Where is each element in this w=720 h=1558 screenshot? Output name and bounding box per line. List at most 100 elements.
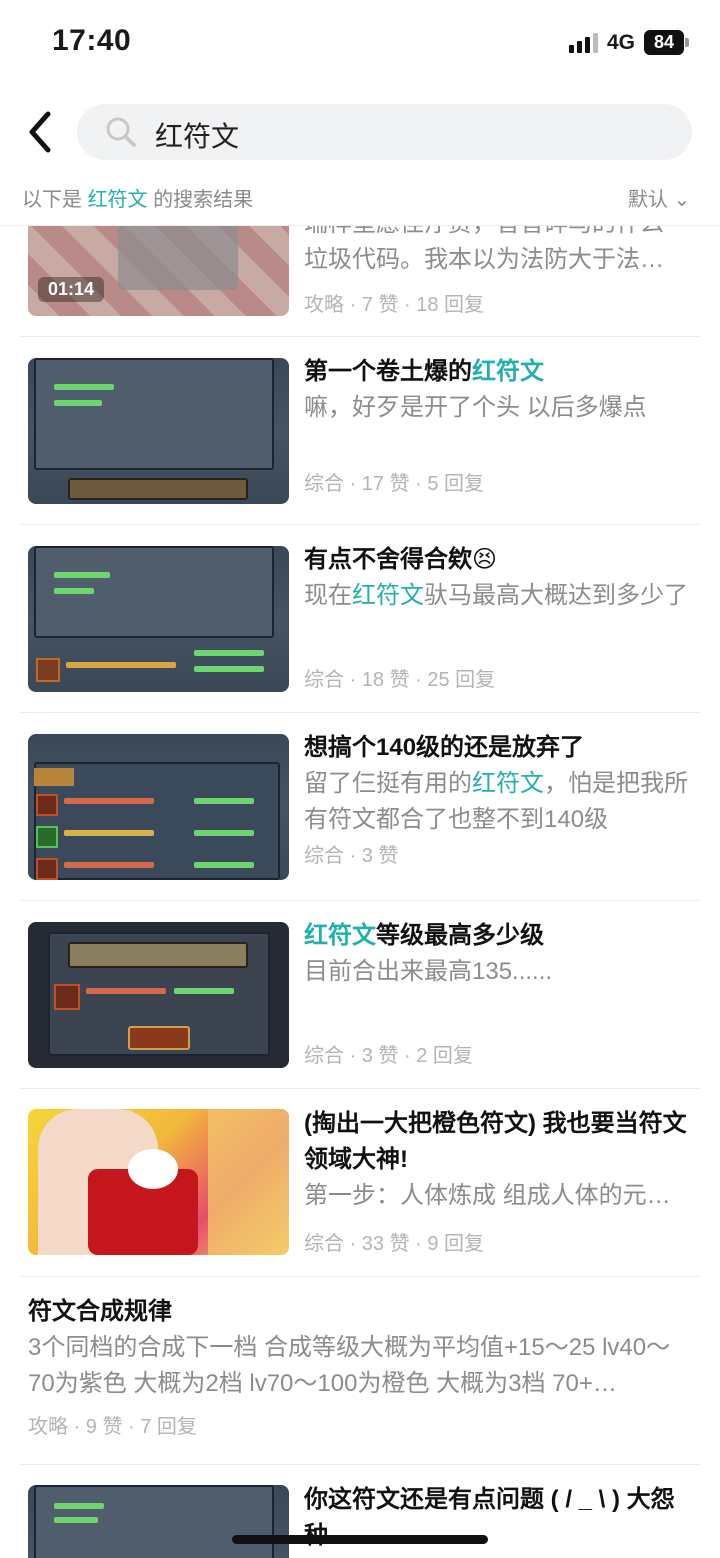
- thumbnail-figure: [118, 226, 238, 290]
- result-item[interactable]: 第一个卷土爆的红符文 嘛，好歹是开了个头 以后多爆点 综合 · 17 赞 · 5…: [0, 337, 720, 524]
- results-feed[interactable]: 01:14 瑞样堂愿佳疗贾，音音碎马的什么 垃圾代码。我本以为法防大于法… 攻略…: [0, 226, 720, 1558]
- post-title: 想搞个140级的还是放弃了: [304, 734, 585, 761]
- video-duration: 01:14: [38, 277, 105, 302]
- post-meta: 攻略 · 7 赞 · 18 回复: [304, 294, 485, 316]
- result-header: 以下是 红符文 的搜索结果: [22, 183, 253, 212]
- excerpt-text: 驮马最高大概达到多少了: [424, 582, 688, 609]
- post-thumbnail[interactable]: [28, 734, 289, 880]
- result-keyword: 红符文: [87, 189, 148, 211]
- post-thumbnail[interactable]: [28, 358, 289, 504]
- post-meta: 综合 · 3 赞 · 2 回复: [304, 1045, 473, 1067]
- post-thumbnail[interactable]: [28, 922, 289, 1068]
- thumbnail-stat: [54, 400, 102, 406]
- thumbnail-stat: [54, 588, 94, 594]
- result-item[interactable]: 01:14 瑞样堂愿佳疗贾，音音碎马的什么 垃圾代码。我本以为法防大于法… 攻略…: [0, 226, 720, 336]
- post-text: (掏出一大把橙色符文) 我也要当符文领域大神! 第一步：人体炼成 组成人体的元…: [304, 1106, 694, 1214]
- post-title: 符文合成规律: [28, 1298, 172, 1325]
- thumbnail-stat: [54, 572, 110, 578]
- post-title: 第一个卷土爆的红符文: [304, 354, 694, 390]
- post-text: 符文合成规律 3个同档的合成下一档 合成等级大概为平均值+15～25 lv40～…: [28, 1294, 692, 1402]
- post-text: 想搞个140级的还是放弃了 留了仨挺有用的红符文，怕是把我所有符文都合了也整不到…: [304, 730, 694, 838]
- search-icon: [106, 117, 136, 147]
- result-item[interactable]: 想搞个140级的还是放弃了 留了仨挺有用的红符文，怕是把我所有符文都合了也整不到…: [0, 713, 720, 900]
- post-thumbnail[interactable]: [28, 1485, 289, 1558]
- title-highlight: 红符文: [304, 922, 376, 949]
- title-highlight: 红符文: [472, 358, 544, 385]
- post-meta: 综合 · 18 赞 · 25 回复: [304, 669, 496, 691]
- thumbnail-stat: [86, 988, 166, 994]
- thumbnail-stat: [64, 798, 154, 804]
- signal-icon: [569, 33, 599, 53]
- result-item[interactable]: (掏出一大把橙色符文) 我也要当符文领域大神! 第一步：人体炼成 组成人体的元……: [0, 1089, 720, 1276]
- result-item[interactable]: 红符文等级最高多少级 目前合出来最高135...... 综合 · 3 赞 · 2…: [0, 901, 720, 1088]
- home-indicator[interactable]: [232, 1535, 488, 1544]
- status-bar: 17:40 4G 84: [0, 0, 720, 88]
- thumbnail-stat: [194, 862, 254, 868]
- thumbnail-stat: [54, 1517, 98, 1523]
- thumbnail-button: [128, 1026, 190, 1050]
- search-query: 红符文: [155, 121, 240, 152]
- post-meta: 综合 · 17 赞 · 5 回复: [304, 473, 485, 495]
- back-button[interactable]: [22, 108, 62, 156]
- battery-level: 84: [653, 32, 675, 52]
- result-item[interactable]: 符文合成规律 3个同档的合成下一档 合成等级大概为平均值+15～25 lv40～…: [0, 1277, 720, 1464]
- result-suffix: 的搜索结果: [147, 189, 254, 211]
- thumbnail-stat: [194, 830, 254, 836]
- thumbnail-banner: [68, 942, 248, 968]
- thumbnail-hair: [208, 1109, 289, 1255]
- thumbnail-stat: [64, 862, 154, 868]
- post-excerpt: 目前合出来最高135......: [304, 958, 553, 985]
- excerpt-highlight: 红符文: [472, 770, 544, 797]
- result-item[interactable]: 你这符文还是有点问题 ( / _ \ ) 大怨种: [0, 1465, 720, 1558]
- thumbnail-stat: [54, 1503, 104, 1509]
- battery-icon: 84: [644, 30, 684, 55]
- chevron-left-icon: [29, 111, 51, 153]
- thumbnail-collar: [128, 1149, 178, 1189]
- network-label: 4G: [607, 31, 636, 54]
- post-excerpt-line: 瑞样堂愿佳疗贾，音音碎马的什么: [304, 226, 694, 242]
- excerpt-text: 现在: [304, 582, 352, 609]
- rune-icon: [36, 658, 60, 682]
- thumbnail-stat: [66, 662, 176, 668]
- rune-icon: [54, 984, 80, 1010]
- sort-dropdown[interactable]: 默认 ⌄: [628, 183, 690, 212]
- battery-cap: [685, 38, 689, 47]
- rune-icon: [36, 826, 58, 848]
- post-excerpt: 嘛，好歹是开了个头 以后多爆点: [304, 394, 647, 421]
- rune-icon: [36, 794, 58, 816]
- thumbnail-stat: [194, 650, 264, 656]
- post-title: 红符文等级最高多少级: [304, 918, 694, 954]
- status-time: 17:40: [52, 24, 132, 57]
- post-text: 第一个卷土爆的红符文 嘛，好歹是开了个头 以后多爆点: [304, 354, 694, 426]
- title-text: 等级最高多少级: [376, 922, 544, 949]
- thumbnail-stat: [54, 384, 114, 390]
- thumbnail-stat: [194, 666, 264, 672]
- post-text: 有点不舍得合欸😣 现在红符文驮马最高大概达到多少了: [304, 542, 694, 614]
- title-text: 第一个卷土爆的: [304, 358, 472, 385]
- thumbnail-panel: [34, 358, 274, 470]
- search-input[interactable]: 红符文: [77, 104, 692, 160]
- video-thumbnail[interactable]: 01:14: [28, 226, 289, 316]
- post-text: 瑞样堂愿佳疗贾，音音碎马的什么 垃圾代码。我本以为法防大于法…: [304, 226, 694, 278]
- post-title: (掏出一大把橙色符文) 我也要当符文领域大神!: [304, 1110, 687, 1173]
- excerpt-highlight: 红符文: [352, 582, 424, 609]
- post-meta: 综合 · 33 赞 · 9 回复: [304, 1233, 485, 1255]
- post-excerpt: 第一步：人体炼成 组成人体的元…: [304, 1182, 671, 1209]
- post-excerpt-line: 垃圾代码。我本以为法防大于法…: [304, 246, 664, 273]
- thumbnail-stat: [174, 988, 234, 994]
- post-excerpt: 3个同档的合成下一档 合成等级大概为平均值+15～25 lv40～70为紫色 大…: [28, 1334, 671, 1397]
- rune-icon: [36, 858, 58, 880]
- post-title: 有点不舍得合欸😣: [304, 546, 498, 573]
- post-text: 红符文等级最高多少级 目前合出来最高135......: [304, 918, 694, 990]
- filter-tab: [34, 768, 74, 786]
- post-excerpt: 留了仨挺有用的红符文，怕是把我所有符文都合了也整不到140级: [304, 766, 694, 838]
- thumbnail-button: [68, 478, 248, 500]
- result-prefix: 以下是: [22, 189, 88, 211]
- post-thumbnail[interactable]: [28, 1109, 289, 1255]
- thumbnail-stat: [194, 798, 254, 804]
- thumbnail-stat: [64, 830, 154, 836]
- post-excerpt: 现在红符文驮马最高大概达到多少了: [304, 578, 694, 614]
- excerpt-text: 留了仨挺有用的: [304, 770, 472, 797]
- post-thumbnail[interactable]: [28, 546, 289, 692]
- post-meta: 综合 · 3 赞: [304, 845, 399, 867]
